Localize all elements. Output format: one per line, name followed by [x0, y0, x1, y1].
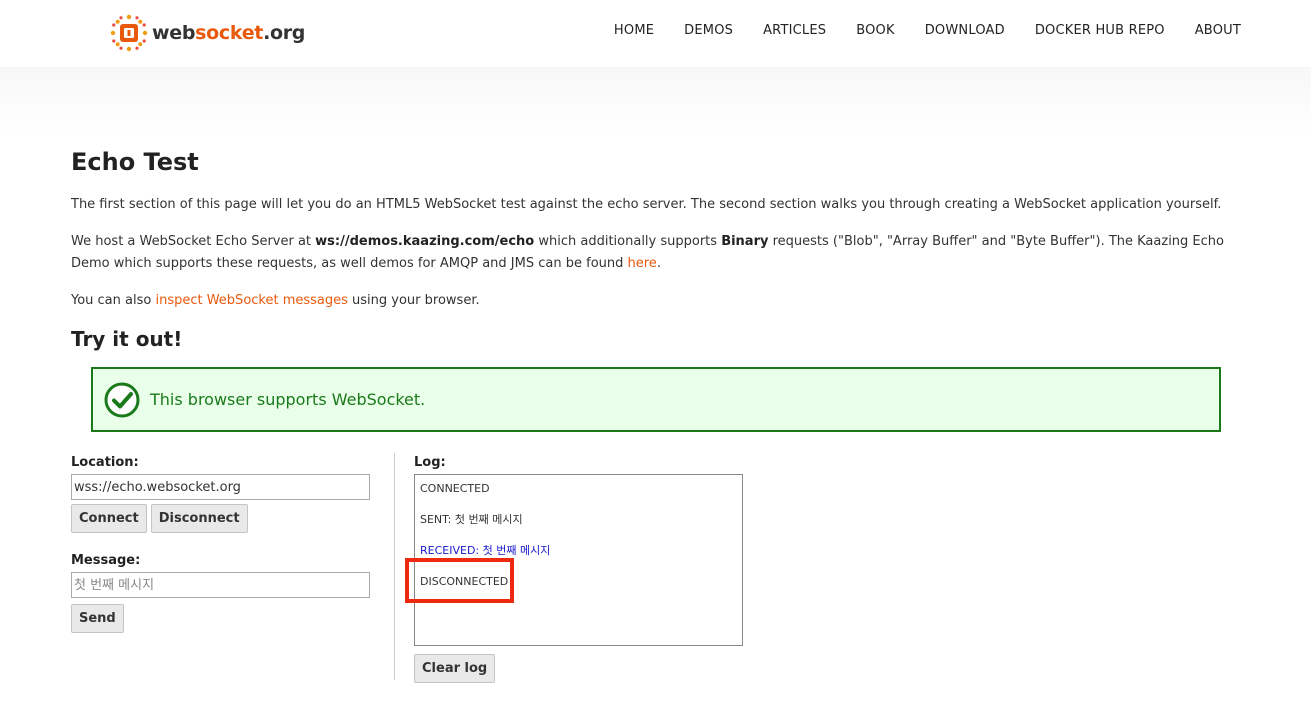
connect-button[interactable]: Connect — [71, 504, 147, 533]
top-navigation-bar: websocket.org HOME DEMOS ARTICLES BOOK D… — [0, 0, 1311, 67]
connection-form: Location: Connect Disconnect Message: Se… — [71, 455, 371, 633]
logo-text-socket: socket — [195, 22, 264, 44]
location-label: Location: — [71, 455, 139, 470]
column-divider — [394, 453, 395, 680]
nav-docker-hub-repo[interactable]: DOCKER HUB REPO — [1035, 23, 1165, 38]
log-line-sent: SENT: 첫 번째 메시지 — [420, 513, 523, 526]
host-paragraph: We host a WebSocket Echo Server at ws://… — [71, 231, 1231, 275]
inspect-paragraph: You can also inspect WebSocket messages … — [71, 290, 1231, 312]
host-text-4: . — [656, 256, 661, 271]
logo-text-org: .org — [263, 22, 306, 44]
disconnected-highlight-box — [405, 558, 514, 603]
log-output[interactable]: CONNECTED SENT: 첫 번째 메시지 RECEIVED: 첫 번째 … — [405, 474, 743, 646]
nav-articles[interactable]: ARTICLES — [763, 23, 826, 38]
inspect-text-2: using your browser. — [347, 293, 480, 308]
intro-paragraph: The first section of this page will let … — [71, 197, 1222, 212]
log-label: Log: — [414, 455, 446, 470]
clear-log-button[interactable]: Clear log — [414, 654, 496, 683]
inspect-text-1: You can also — [71, 293, 156, 308]
log-panel: Log: CONNECTED SENT: 첫 번째 메시지 RECEIVED: … — [405, 455, 744, 683]
host-text-2: which additionally supports — [534, 234, 722, 249]
logo-text-web: web — [152, 22, 196, 44]
send-button[interactable]: Send — [71, 604, 124, 633]
here-link[interactable]: here — [628, 256, 657, 271]
host-text-1: We host a WebSocket Echo Server at — [71, 234, 316, 249]
message-input[interactable] — [71, 572, 370, 598]
nav-book[interactable]: BOOK — [856, 23, 894, 38]
nav-home[interactable]: HOME — [614, 23, 654, 38]
disconnect-button[interactable]: Disconnect — [150, 504, 248, 533]
header-shadow-band — [0, 67, 1311, 137]
nav-download[interactable]: DOWNLOAD — [925, 23, 1005, 38]
websocket-logo[interactable]: websocket.org — [110, 13, 305, 53]
binary-text: Binary — [721, 234, 769, 249]
support-message: This browser supports WebSocket. — [150, 390, 426, 409]
page-title: Echo Test — [71, 148, 199, 176]
try-it-out-heading: Try it out! — [71, 327, 183, 351]
log-line-connected: CONNECTED — [420, 482, 490, 495]
connection-buttons: Connect Disconnect — [71, 504, 371, 533]
main-content: Echo Test The first section of this page… — [71, 148, 1231, 351]
echo-server-url: ws://demos.kaazing.com/echo — [315, 234, 535, 249]
message-label: Message: — [71, 553, 141, 568]
clear-log-row: Clear log — [414, 654, 744, 683]
inspect-messages-link[interactable]: inspect WebSocket messages — [155, 293, 347, 308]
nav-about[interactable]: ABOUT — [1195, 23, 1241, 38]
checkmark-icon — [104, 382, 140, 417]
location-input[interactable] — [71, 474, 370, 500]
main-nav: HOME DEMOS ARTICLES BOOK DOWNLOAD DOCKER… — [584, 23, 1241, 38]
nav-demos[interactable]: DEMOS — [684, 23, 733, 38]
logo-text: websocket.org — [152, 22, 305, 44]
send-button-row: Send — [71, 604, 371, 633]
websocket-support-banner: This browser supports WebSocket. — [91, 367, 1221, 432]
logo-icon — [110, 14, 148, 52]
